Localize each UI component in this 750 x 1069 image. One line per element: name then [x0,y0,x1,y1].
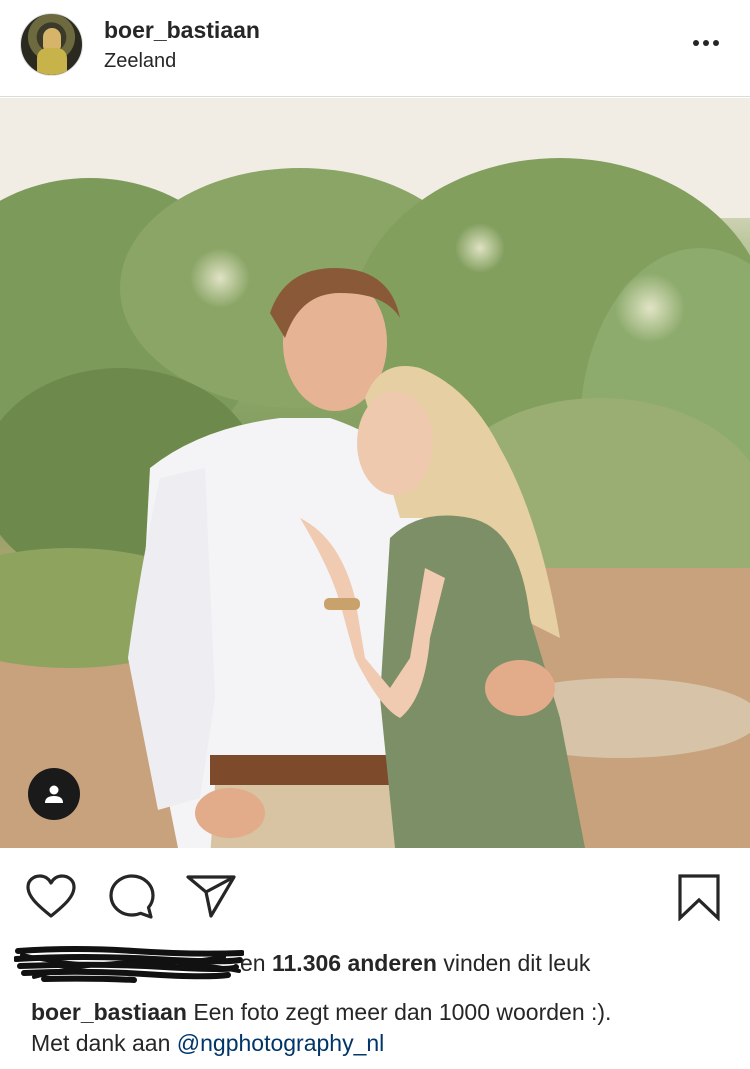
likes-count[interactable]: 11.306 anderen [272,950,437,976]
caption-credit: Met dank aan [31,1030,171,1056]
likes-text: en 11.306 anderen vinden dit leuk [240,950,590,977]
post-actions [0,848,750,938]
likes-suffix: vinden dit leuk [443,950,591,976]
avatar-figure [43,28,61,50]
profile-avatar[interactable] [20,13,83,76]
post-username[interactable]: boer_bastiaan [104,17,260,44]
comment-bubble-icon[interactable] [108,873,156,926]
caption-line-2: Met dank aan @ngphotography_nl [31,1028,721,1059]
caption-mention[interactable]: @ngphotography_nl [177,1030,385,1056]
likes-prefix: en [240,950,266,976]
avatar-figure-body [37,48,67,75]
bookmark-icon[interactable] [677,873,721,926]
likes-line[interactable]: en 11.306 anderen vinden dit leuk [14,945,734,983]
post-location[interactable]: Zeeland [104,50,176,73]
photo-illustration [0,98,750,848]
caption-text: Een foto zegt meer dan 1000 woorden :). [193,999,612,1025]
redaction-scribble [14,946,244,983]
caption-line-1: boer_bastiaan Een foto zegt meer dan 100… [31,997,721,1028]
user-tag-glyph [45,785,63,803]
post-caption: boer_bastiaan Een foto zegt meer dan 100… [31,997,721,1059]
user-tag-icon[interactable] [28,768,80,820]
caption-username[interactable]: boer_bastiaan [31,999,187,1025]
more-options-icon[interactable] [686,30,726,56]
more-dot [713,40,719,46]
post-header: boer_bastiaan Zeeland [0,0,750,97]
heart-icon[interactable] [26,874,76,923]
paper-plane-icon[interactable] [186,874,236,923]
more-dot [703,40,709,46]
more-dot [693,40,699,46]
post-photo[interactable] [0,98,750,848]
